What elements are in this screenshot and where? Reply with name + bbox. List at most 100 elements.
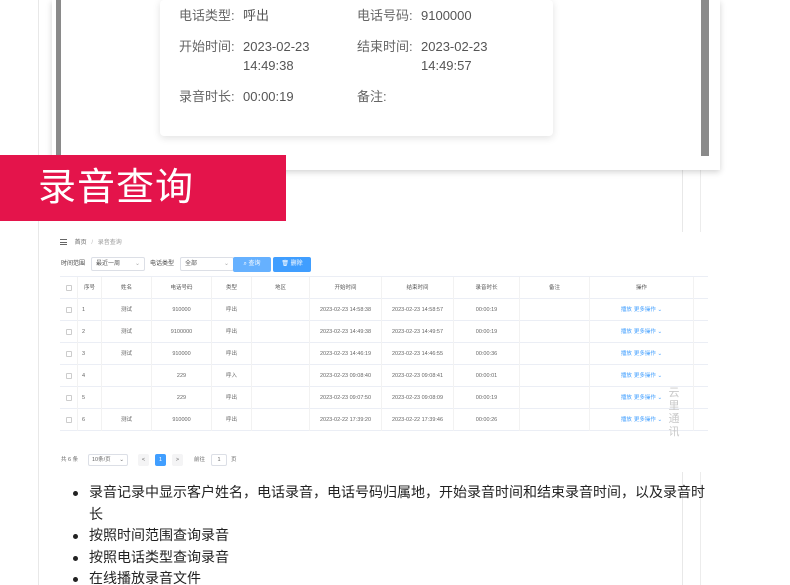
call-type-filter-value: 全部 xyxy=(185,261,198,267)
table-cell-no: 4 xyxy=(78,365,102,387)
breadcrumb-home[interactable]: 首页 xyxy=(75,240,87,246)
play-link[interactable]: 播放 xyxy=(621,395,632,401)
table-cell-duration: 00:00:19 xyxy=(454,321,520,343)
play-link[interactable]: 播放 xyxy=(621,373,632,379)
next-page-button[interactable]: > xyxy=(172,454,183,466)
search-button[interactable]: ⌕ 查询 xyxy=(233,257,271,272)
watermark-char: 云 xyxy=(668,386,680,399)
table-header-cell: 序号 xyxy=(78,277,102,299)
table-cell-duration: 00:00:36 xyxy=(454,343,520,365)
breadcrumb: 首页 / 录音查询 xyxy=(60,237,122,246)
search-icon: ⌕ xyxy=(243,261,247,267)
chevron-down-icon: ⌄ xyxy=(223,261,229,267)
table-cell-end: 2023-02-23 09:08:09 xyxy=(382,387,454,409)
breadcrumb-separator: / xyxy=(91,240,94,246)
table-cell-duration: 00:00:01 xyxy=(454,365,520,387)
more-actions-link[interactable]: 更多操作 xyxy=(634,351,656,357)
section-title: 录音查询 xyxy=(38,165,195,209)
menu-icon[interactable] xyxy=(60,239,67,246)
table-cell-start: 2023-02-23 14:58:38 xyxy=(310,299,382,321)
row-checkbox[interactable] xyxy=(65,372,72,379)
search-button-label: 查询 xyxy=(248,261,261,267)
chevron-down-icon: ⌄ xyxy=(655,329,663,335)
table-cell-duration: 00:00:19 xyxy=(454,387,520,409)
delete-button[interactable]: 🗑︎ 删除 xyxy=(273,257,311,272)
table-row[interactable]: 2 测试 9100000 呼出 2023-02-23 14:49:38 2023-02-2… xyxy=(60,321,708,343)
page-size-select[interactable]: 10条/页 ⌄ xyxy=(88,454,128,466)
feature-item: 按照电话类型查询录音 xyxy=(70,548,710,570)
call-type-label: 电话类型: xyxy=(179,8,235,23)
row-select-cell xyxy=(60,365,78,387)
table-cell-phone: 229 xyxy=(152,365,212,387)
table-cell-type: 呼入 xyxy=(212,365,252,387)
table-header-cell: 结束时间 xyxy=(382,277,454,299)
recordings-table: 序号 姓名 电话号码 类型 地区 开始时间 结束时间 录音时长 备注 操作 1 测试 910000 呼出 2… xyxy=(60,276,708,431)
chevron-down-icon: ⌄ xyxy=(119,457,124,463)
table-cell-note xyxy=(520,387,590,409)
row-select-cell xyxy=(60,299,78,321)
breadcrumb-current: 录音查询 xyxy=(97,240,122,246)
play-link[interactable]: 播放 xyxy=(621,307,632,313)
table-cell-phone: 910000 xyxy=(152,343,212,365)
chevron-down-icon: ⌄ xyxy=(655,351,663,357)
table-row[interactable]: 6 测试 910000 呼出 2023-02-22 17:39:20 2023-02-22… xyxy=(60,409,708,431)
more-actions-link[interactable]: 更多操作 xyxy=(634,373,656,379)
feature-list: 录音记录中显示客户姓名，电话录音，电话号码归属地，开始录音时间和结束录音时间，以… xyxy=(70,483,710,585)
row-checkbox[interactable] xyxy=(65,350,72,357)
table-cell-phone: 910000 xyxy=(152,409,212,431)
time-range-select[interactable]: 最近一周 ⌄ xyxy=(91,257,145,271)
section-banner: 录音查询 xyxy=(0,155,286,221)
scroll-bar-left xyxy=(56,0,61,158)
table-cell-note xyxy=(520,299,590,321)
table-cell-duration: 00:00:26 xyxy=(454,409,520,431)
start-date-value: 2023-02-23 xyxy=(243,39,310,54)
feature-item: 录音记录中显示客户姓名，电话录音，电话号码归属地，开始录音时间和结束录音时间，以… xyxy=(70,483,710,526)
play-link[interactable]: 播放 xyxy=(621,351,632,357)
watermark-char: 通 xyxy=(668,412,680,425)
table-cell-note xyxy=(520,409,590,431)
table-cell-type: 呼出 xyxy=(212,409,252,431)
page-1-button[interactable]: 1 xyxy=(155,454,166,466)
table-header-cell: 地区 xyxy=(252,277,310,299)
table-cell-region xyxy=(252,387,310,409)
more-actions-link[interactable]: 更多操作 xyxy=(634,395,656,401)
table-row[interactable]: 5 229 呼出 2023-02-23 09:07:50 2023-02-23 09:0… xyxy=(60,387,708,409)
table-cell-region xyxy=(252,409,310,431)
feature-item: 按照时间范围查询录音 xyxy=(70,526,710,548)
watermark-char: 讯 xyxy=(668,425,680,438)
duration-value: 00:00:19 xyxy=(243,89,294,104)
row-checkbox[interactable] xyxy=(65,416,72,423)
select-all-checkbox[interactable] xyxy=(65,284,72,291)
table-cell-start: 2023-02-23 14:46:19 xyxy=(310,343,382,365)
record-detail-card: 电话类型: 呼出 电话号码: 9100000 开始时间: 2023-02-23 … xyxy=(160,0,553,136)
row-checkbox[interactable] xyxy=(65,394,72,401)
watermark-char: 里 xyxy=(668,399,680,412)
table-header-row: 序号 姓名 电话号码 类型 地区 开始时间 结束时间 录音时长 备注 操作 xyxy=(60,277,708,299)
goto-page-input[interactable]: 1 xyxy=(211,454,227,466)
table-cell-end: 2023-02-22 17:39:46 xyxy=(382,409,454,431)
table-cell-name xyxy=(102,387,152,409)
call-type-select[interactable]: 全部 ⌄ xyxy=(180,257,234,271)
more-actions-link[interactable]: 更多操作 xyxy=(634,417,656,423)
table-cell-region xyxy=(252,365,310,387)
table-row[interactable]: 1 测试 910000 呼出 2023-02-23 14:58:38 2023-02-23… xyxy=(60,299,708,321)
more-actions-link[interactable]: 更多操作 xyxy=(634,329,656,335)
table-row[interactable]: 3 测试 910000 呼出 2023-02-23 14:46:19 2023-02-23… xyxy=(60,343,708,365)
play-link[interactable]: 播放 xyxy=(621,329,632,335)
play-link[interactable]: 播放 xyxy=(621,417,632,423)
table-row[interactable]: 4 229 呼入 2023-02-23 09:08:40 2023-02-23 09:0… xyxy=(60,365,708,387)
row-actions-cell: 播放 更多操作 ⌄ xyxy=(590,343,694,365)
table-cell-name: 测试 xyxy=(102,321,152,343)
detail-screenshot: 电话类型: 呼出 电话号码: 9100000 开始时间: 2023-02-23 … xyxy=(52,0,720,170)
prev-page-button[interactable]: < xyxy=(138,454,149,466)
recording-query-screenshot: 首页 / 录音查询 时间范围 最近一周 ⌄ 电话类型 全部 ⌄ ⌕ 查询 🗑︎ … xyxy=(56,232,710,472)
scroll-bar-right[interactable] xyxy=(701,0,709,156)
row-checkbox[interactable] xyxy=(65,306,72,313)
goto-label: 前往 xyxy=(194,457,206,463)
duration-label: 录音时长: xyxy=(179,89,235,104)
row-actions-cell: 播放 更多操作 ⌄ xyxy=(590,365,694,387)
table-cell-type: 呼出 xyxy=(212,321,252,343)
row-checkbox[interactable] xyxy=(65,328,72,335)
more-actions-link[interactable]: 更多操作 xyxy=(634,307,656,313)
table-cell-type: 呼出 xyxy=(212,343,252,365)
